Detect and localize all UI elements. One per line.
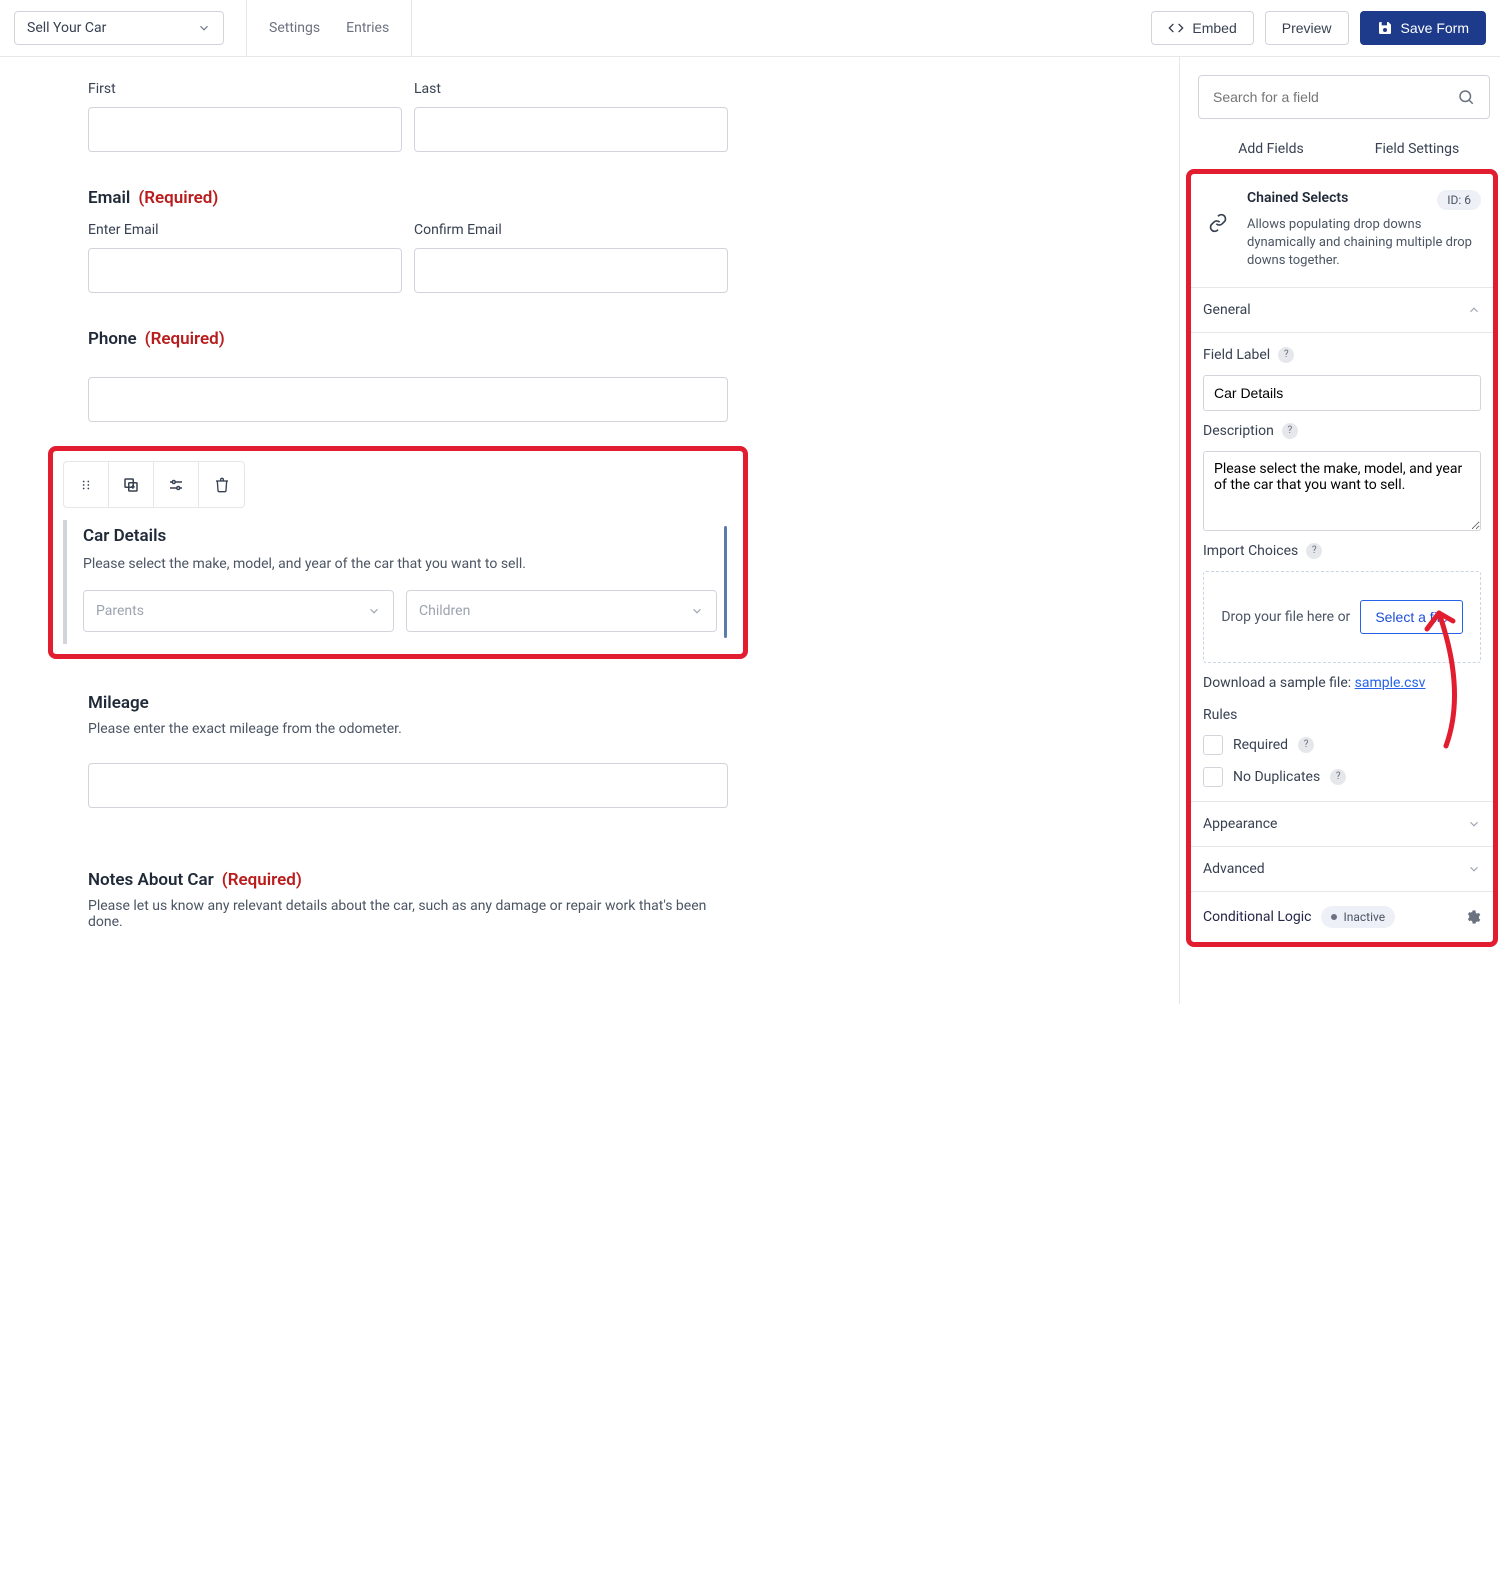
required-label: (Required): [222, 870, 302, 890]
tab-add-fields[interactable]: Add Fields: [1198, 129, 1344, 169]
help-icon[interactable]: ?: [1298, 737, 1314, 753]
field-search[interactable]: [1198, 75, 1490, 119]
confirm-email-label: Confirm Email: [414, 222, 728, 238]
field-meta: Chained Selects ID: 6 Allows populating …: [1191, 174, 1493, 288]
form-canvas: First Last Email (Required) Enter Email: [0, 57, 1180, 1004]
conditional-logic-label: Conditional Logic: [1203, 909, 1311, 925]
notes-title: Notes About Car: [88, 870, 214, 890]
general-section-toggle[interactable]: General: [1191, 288, 1493, 333]
car-details-desc: Please select the make, model, and year …: [83, 556, 717, 572]
save-form-button[interactable]: Save Form: [1360, 11, 1486, 45]
noduplicates-checkbox[interactable]: [1203, 767, 1223, 787]
notes-desc: Please let us know any relevant details …: [88, 898, 728, 930]
search-icon: [1457, 88, 1475, 106]
inactive-badge: Inactive: [1321, 906, 1395, 928]
car-details-field[interactable]: Car Details Please select the make, mode…: [63, 520, 733, 644]
appearance-section-toggle[interactable]: Appearance: [1191, 802, 1493, 847]
mileage-desc: Please enter the exact mileage from the …: [88, 721, 728, 737]
preview-button[interactable]: Preview: [1265, 11, 1349, 45]
form-selector[interactable]: Sell Your Car: [14, 11, 224, 45]
field-label-input[interactable]: [1203, 375, 1481, 411]
chevron-down-icon: [1467, 862, 1481, 876]
mileage-title: Mileage: [88, 693, 149, 713]
select-file-button[interactable]: Select a file: [1360, 600, 1462, 634]
description-input[interactable]: [1203, 451, 1481, 531]
chevron-down-icon: [367, 604, 381, 618]
rules-label: Rules: [1203, 707, 1237, 723]
description-label: Description: [1203, 423, 1274, 439]
tab-field-settings[interactable]: Field Settings: [1344, 129, 1490, 169]
top-bar: Sell Your Car Settings Entries Embed Pre…: [0, 0, 1500, 57]
field-id-badge: ID: 6: [1437, 190, 1481, 210]
car-details-highlight: Car Details Please select the make, mode…: [48, 446, 748, 659]
nav-settings[interactable]: Settings: [269, 20, 320, 36]
help-icon[interactable]: ?: [1278, 347, 1294, 363]
first-label: First: [88, 81, 402, 97]
chain-icon: [1203, 208, 1233, 238]
help-icon[interactable]: ?: [1330, 769, 1346, 785]
drag-handle[interactable]: [64, 462, 109, 507]
required-label: (Required): [138, 188, 218, 208]
required-checkbox[interactable]: [1203, 735, 1223, 755]
car-details-title: Car Details: [83, 526, 717, 546]
parents-select[interactable]: Parents: [83, 590, 394, 632]
sliders-icon: [167, 476, 185, 494]
nav-entries[interactable]: Entries: [346, 20, 389, 36]
help-icon[interactable]: ?: [1306, 543, 1322, 559]
general-section-body: Field Label ? Description ? Import Choic…: [1191, 333, 1493, 802]
form-selector-label: Sell Your Car: [27, 20, 106, 36]
advanced-section-toggle[interactable]: Advanced: [1191, 847, 1493, 892]
chevron-down-icon: [690, 604, 704, 618]
field-type-desc: Allows populating drop downs dynamically…: [1247, 216, 1481, 271]
enter-email-input[interactable]: [88, 248, 402, 293]
help-icon[interactable]: ?: [1282, 423, 1298, 439]
sample-prefix: Download a sample file:: [1203, 675, 1355, 691]
enter-email-label: Enter Email: [88, 222, 402, 238]
last-input[interactable]: [414, 107, 728, 152]
children-select[interactable]: Children: [406, 590, 717, 632]
divider: [411, 0, 412, 56]
phone-input[interactable]: [88, 377, 728, 422]
sidebar: Add Fields Field Settings Chained Select…: [1180, 57, 1500, 1004]
field-type-name: Chained Selects: [1247, 190, 1348, 206]
required-checkbox-label: Required: [1233, 737, 1288, 753]
file-dropzone[interactable]: Drop your file here or Select a file: [1203, 571, 1481, 663]
conditional-logic-row: Conditional Logic Inactive: [1191, 892, 1493, 942]
import-choices-label: Import Choices: [1203, 543, 1298, 559]
sidebar-tabs: Add Fields Field Settings: [1198, 129, 1490, 169]
first-input[interactable]: [88, 107, 402, 152]
duplicate-icon: [122, 476, 140, 494]
email-section-title: Email: [88, 188, 130, 208]
code-icon: [1168, 20, 1184, 36]
grip-icon: [79, 478, 93, 492]
trash-icon: [214, 477, 230, 493]
delete-button[interactable]: [199, 462, 244, 507]
required-label: (Required): [145, 329, 225, 349]
chevron-up-icon: [1467, 303, 1481, 317]
confirm-email-input[interactable]: [414, 248, 728, 293]
last-label: Last: [414, 81, 728, 97]
embed-button[interactable]: Embed: [1151, 11, 1253, 45]
phone-section-title: Phone: [88, 329, 137, 349]
field-toolbar: [63, 461, 245, 508]
duplicate-button[interactable]: [109, 462, 154, 507]
edit-settings-button[interactable]: [154, 462, 199, 507]
chevron-down-icon: [1467, 817, 1481, 831]
top-nav: Settings Entries: [269, 20, 389, 36]
field-label-label: Field Label: [1203, 347, 1270, 363]
mileage-input[interactable]: [88, 763, 728, 808]
noduplicates-checkbox-label: No Duplicates: [1233, 769, 1320, 785]
gear-icon[interactable]: [1465, 909, 1481, 925]
chevron-down-icon: [197, 21, 211, 35]
divider: [246, 0, 247, 56]
field-settings-highlight: Chained Selects ID: 6 Allows populating …: [1186, 169, 1498, 947]
save-icon: [1377, 20, 1393, 36]
search-input[interactable]: [1213, 89, 1457, 105]
sample-csv-link[interactable]: sample.csv: [1355, 675, 1426, 691]
